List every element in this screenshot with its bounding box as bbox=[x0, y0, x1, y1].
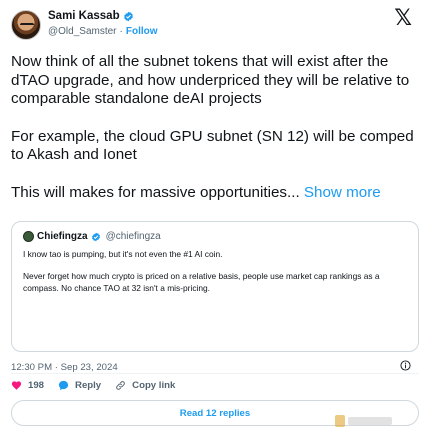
reply-icon bbox=[58, 380, 69, 390]
follow-button[interactable]: Follow bbox=[126, 26, 158, 37]
like-count: 198 bbox=[28, 379, 45, 391]
quoted-avatar bbox=[23, 231, 34, 242]
author-handle[interactable]: @Old_Samster bbox=[48, 26, 117, 37]
divider bbox=[11, 373, 419, 374]
watermark-logo-icon bbox=[335, 415, 392, 427]
reply-button[interactable]: Reply bbox=[58, 380, 101, 391]
handle-separator: · bbox=[119, 26, 123, 37]
quoted-tweet[interactable]: Chiefingza @chiefingza I know tao is pum… bbox=[11, 221, 419, 352]
link-icon bbox=[116, 380, 125, 390]
copy-link-label: Copy link bbox=[132, 379, 176, 391]
copy-link-button[interactable]: Copy link bbox=[115, 380, 175, 391]
like-button[interactable]: 198 bbox=[11, 380, 44, 391]
x-logo-icon[interactable]: 𝕏 bbox=[394, 8, 412, 30]
quoted-author-name: Chiefingza bbox=[37, 231, 88, 242]
author-name[interactable]: Sami Kassab bbox=[48, 10, 120, 22]
quoted-author-handle: @chiefingza bbox=[105, 231, 161, 242]
action-bar: 198 Reply Copy link bbox=[11, 377, 175, 393]
verified-badge-icon bbox=[91, 232, 100, 241]
tweet-text: Now think of all the subnet tokens that … bbox=[11, 53, 419, 221]
tweet-paragraph: For example, the cloud GPU subnet (SN 12… bbox=[11, 127, 414, 164]
author-handle-row: @Old_Samster · Follow bbox=[48, 26, 158, 37]
quoted-paragraph: I know tao is pumping, but it's not even… bbox=[23, 249, 223, 259]
info-icon[interactable] bbox=[400, 360, 411, 371]
tweet-paragraph: This will makes for massive opportunitie… bbox=[11, 184, 419, 203]
quoted-paragraph: Never forget how much crypto is priced o… bbox=[23, 271, 380, 293]
heart-icon bbox=[11, 380, 22, 390]
quoted-tweet-text: I know tao is pumping, but it's not even… bbox=[23, 249, 411, 305]
quoted-tweet-header: Chiefingza @chiefingza bbox=[23, 231, 161, 242]
show-more-link[interactable]: Show more bbox=[304, 184, 381, 201]
tweet-paragraph: Now think of all the subnet tokens that … bbox=[11, 53, 410, 108]
verified-badge-icon bbox=[123, 11, 133, 21]
tweet-card: Sami Kassab @Old_Samster · Follow 𝕏 Now … bbox=[0, 0, 428, 436]
tweet-paragraph-text: This will makes for massive opportunitie… bbox=[11, 183, 300, 201]
reply-label: Reply bbox=[75, 379, 102, 391]
avatar[interactable] bbox=[11, 10, 41, 40]
author-name-row: Sami Kassab bbox=[48, 10, 134, 22]
timestamp[interactable]: 12:30 PM · Sep 23, 2024 bbox=[11, 362, 118, 373]
